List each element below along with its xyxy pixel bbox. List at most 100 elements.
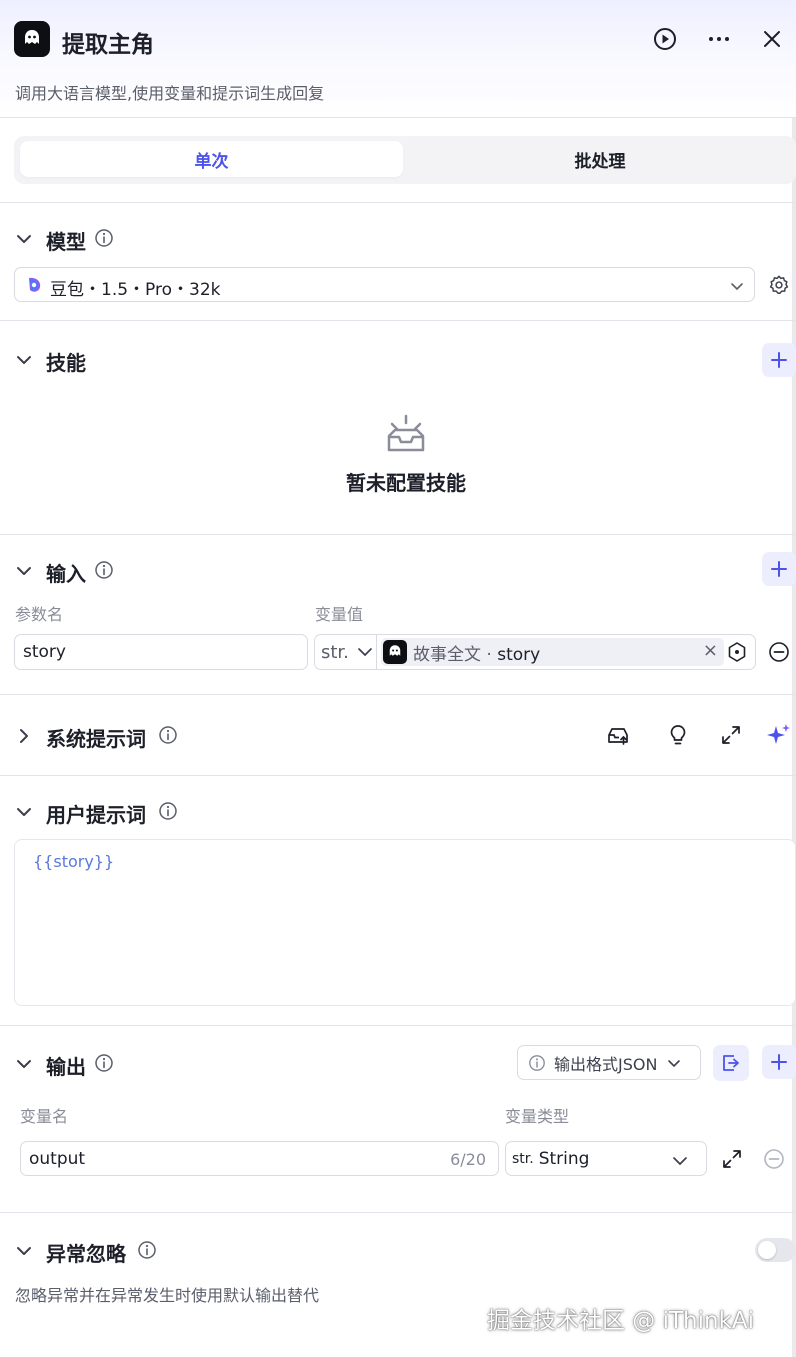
section-title-exception: 异常忽略 xyxy=(46,1242,126,1266)
toggle-knob xyxy=(758,1241,776,1259)
mode-tabs: 单次 批处理 xyxy=(14,136,796,184)
column-header-var-value: 变量值 xyxy=(315,605,364,624)
var-type-select[interactable]: str. xyxy=(314,634,376,670)
type-prefix: str. xyxy=(512,1150,534,1167)
expand-icon xyxy=(722,726,740,744)
column-header-param-name: 参数名 xyxy=(15,605,64,624)
prompt-tips-button[interactable] xyxy=(663,720,693,750)
chevron-down-icon[interactable] xyxy=(15,803,33,821)
run-button[interactable] xyxy=(650,24,680,54)
remove-input-button[interactable] xyxy=(764,637,794,667)
node-logo xyxy=(14,21,50,57)
chevron-down-icon[interactable] xyxy=(15,1055,33,1073)
lightbulb-icon xyxy=(670,725,686,745)
exception-description: 忽略异常并在异常发生时使用默认输出替代 xyxy=(15,1286,320,1305)
chevron-down-icon[interactable] xyxy=(15,351,33,369)
doubao-logo-icon xyxy=(29,277,41,292)
chevron-down-icon xyxy=(673,1157,687,1166)
import-icon xyxy=(723,1055,739,1071)
page-title: 提取主角 xyxy=(62,32,154,58)
divider xyxy=(0,1212,796,1213)
section-title-user-prompt: 用户提示词 xyxy=(46,803,146,827)
plus-icon xyxy=(771,561,787,577)
section-title-system-prompt: 系统提示词 xyxy=(46,727,146,751)
gear-icon xyxy=(769,275,789,294)
chip-var-name: story xyxy=(497,644,541,665)
chip-node-name: 故事全文 xyxy=(413,644,481,665)
empty-inbox-icon xyxy=(387,414,425,452)
param-name-input[interactable]: story xyxy=(14,634,308,670)
node-logo xyxy=(383,640,407,664)
chevron-down-icon xyxy=(731,283,743,291)
info-icon xyxy=(529,1054,545,1071)
output-format-label: 输出格式JSON xyxy=(554,1054,658,1074)
close-icon xyxy=(764,31,780,47)
close-button[interactable] xyxy=(757,24,787,54)
section-title-input: 输入 xyxy=(46,562,86,586)
more-horizontal-icon xyxy=(709,37,729,41)
divider xyxy=(0,202,796,203)
model-settings-button[interactable] xyxy=(764,270,794,300)
ai-optimize-button[interactable] xyxy=(764,720,794,750)
chevron-down-icon[interactable] xyxy=(15,230,33,248)
section-title-skills: 技能 xyxy=(46,351,86,375)
info-icon[interactable] xyxy=(94,228,114,248)
minus-circle-icon xyxy=(769,642,789,662)
minus-circle-icon xyxy=(764,1149,784,1169)
info-icon[interactable] xyxy=(158,801,178,821)
section-title-model: 模型 xyxy=(46,230,86,254)
chevron-down-icon[interactable] xyxy=(15,1242,33,1260)
exception-ignore-toggle[interactable] xyxy=(755,1238,796,1262)
remove-output-button[interactable] xyxy=(759,1144,789,1174)
chip-clear-button[interactable]: × xyxy=(703,640,718,661)
import-output-button[interactable] xyxy=(713,1045,749,1081)
expand-button[interactable] xyxy=(716,720,746,750)
plus-icon xyxy=(771,352,787,368)
info-icon[interactable] xyxy=(94,560,114,580)
section-title-output: 输出 xyxy=(46,1055,86,1079)
column-header-var-type: 变量类型 xyxy=(505,1107,570,1126)
char-counter: 6/20 xyxy=(450,1150,486,1169)
output-name-input[interactable]: output 6/20 xyxy=(20,1141,499,1176)
user-prompt-editor[interactable]: {{story}} xyxy=(14,839,796,1006)
chevron-right-icon[interactable] xyxy=(15,727,33,745)
info-icon[interactable] xyxy=(158,725,178,745)
target-icon xyxy=(728,642,746,662)
chip-label: 故事全文 · story xyxy=(413,640,540,665)
chevron-down-icon[interactable] xyxy=(15,562,33,580)
tab-batch[interactable]: 批处理 xyxy=(404,141,796,177)
inbox-upload-icon xyxy=(608,728,628,745)
prompt-library-button[interactable] xyxy=(603,720,633,750)
right-edge-strip xyxy=(792,0,796,1357)
model-select[interactable]: 豆包・1.5・Pro・32k xyxy=(14,267,755,302)
divider xyxy=(0,775,796,776)
variable-reference-chip[interactable]: 故事全文 · story × xyxy=(381,638,724,666)
tab-single[interactable]: 单次 xyxy=(20,141,403,177)
divider xyxy=(0,534,796,535)
chip-separator: · xyxy=(481,644,498,665)
add-input-button[interactable] xyxy=(762,552,796,586)
info-icon[interactable] xyxy=(137,1240,157,1260)
expand-output-button[interactable] xyxy=(717,1144,747,1174)
watermark: 掘金技术社区 @ iThinkAi xyxy=(487,1308,755,1334)
output-format-select[interactable]: 输出格式JSON xyxy=(517,1045,701,1080)
play-circle-icon xyxy=(654,28,676,50)
bot-face-icon xyxy=(25,30,39,44)
var-value-field[interactable]: 故事全文 · story × xyxy=(376,634,756,670)
var-type-value: str. xyxy=(321,641,349,663)
add-skill-button[interactable] xyxy=(762,343,796,377)
divider xyxy=(0,1025,796,1026)
add-output-button[interactable] xyxy=(762,1045,796,1079)
more-button[interactable] xyxy=(704,24,734,54)
page-subtitle: 调用大语言模型,使用变量和提示词生成回复 xyxy=(15,84,325,103)
info-icon[interactable] xyxy=(94,1053,114,1073)
bot-face-icon xyxy=(389,645,401,656)
output-type-select[interactable]: str. String xyxy=(505,1141,707,1176)
divider xyxy=(0,694,796,695)
divider xyxy=(0,320,796,321)
variable-picker-button[interactable] xyxy=(722,637,752,667)
model-select-value: 豆包・1.5・Pro・32k xyxy=(50,280,221,300)
chevron-down-icon xyxy=(358,648,372,657)
skills-empty-text: 暂未配置技能 xyxy=(346,471,466,495)
chevron-down-icon xyxy=(668,1059,681,1067)
